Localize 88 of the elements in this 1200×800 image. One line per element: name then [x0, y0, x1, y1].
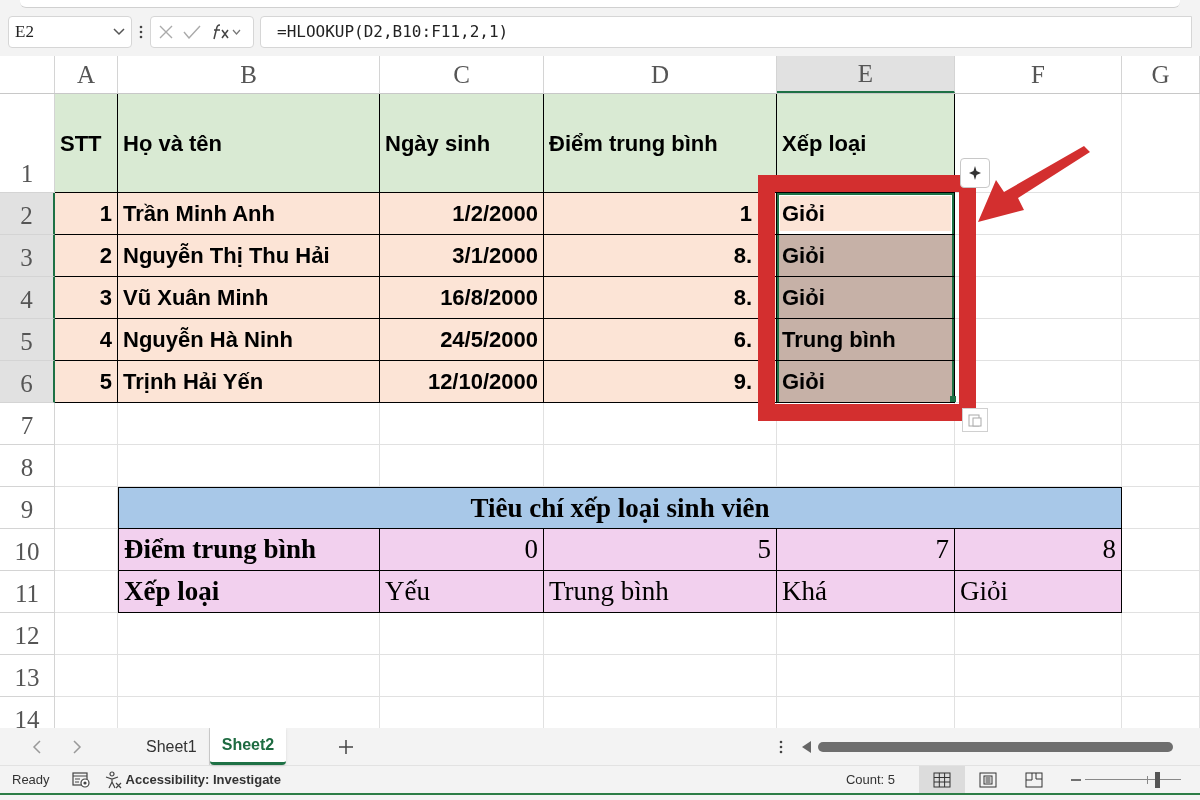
table-cell: 5: [55, 361, 118, 403]
table-cell: 7: [777, 529, 955, 571]
formula-field[interactable]: =HLOOKUP(D2,B10:F11,2,1): [260, 16, 1192, 48]
table-cell: Xếp loại: [118, 571, 380, 613]
row-header[interactable]: 7: [0, 403, 55, 445]
scroll-left-icon[interactable]: [802, 740, 813, 753]
table-cell: 3/1/2000: [380, 235, 544, 277]
more-options-icon[interactable]: [778, 738, 785, 755]
grid-cell: [55, 655, 118, 697]
quick-analysis-button[interactable]: [960, 158, 990, 188]
count-text: Count: 5: [845, 770, 896, 789]
row-header[interactable]: 9: [0, 487, 55, 529]
table-cell: Vũ Xuân Minh: [118, 277, 380, 319]
horizontal-scrollbar[interactable]: [818, 741, 1174, 752]
grid-cell: [55, 613, 118, 655]
row-header[interactable]: 1: [0, 94, 55, 193]
table-cell: 1: [55, 193, 118, 235]
column-heading: Ngày sinh: [380, 94, 544, 193]
more-options-icon[interactable]: [138, 24, 144, 40]
table-cell: 16/8/2000: [380, 277, 544, 319]
row-header[interactable]: 10: [0, 529, 55, 571]
view-button[interactable]: [919, 766, 966, 793]
table-cell: 0: [380, 529, 544, 571]
table-cell: Giỏi: [777, 193, 955, 235]
table-cell: Yếu: [380, 571, 544, 613]
row-header[interactable]: 6: [0, 361, 55, 403]
macro-recording-icon[interactable]: [71, 771, 90, 788]
name-box[interactable]: E2: [8, 16, 132, 48]
column-heading: Điểm trung bình: [544, 94, 777, 193]
table-cell: Giỏi: [777, 361, 955, 403]
slider-thumb[interactable]: [1155, 771, 1161, 788]
table-cell: Giỏi: [777, 235, 955, 277]
table-cell: 4: [55, 319, 118, 361]
column-heading: Họ và tên: [118, 94, 380, 193]
clipboard-icon: [968, 413, 982, 427]
table-cell: 12/10/2000: [380, 361, 544, 403]
accessibility-button[interactable]: Accessibility: Investigate: [103, 769, 281, 790]
accessibility-icon: [103, 770, 122, 789]
sheet-tab[interactable]: Sheet2: [209, 728, 287, 765]
grid-cell: [55, 403, 118, 445]
zoom-out-icon[interactable]: [1071, 777, 1082, 782]
function-icon[interactable]: [211, 24, 241, 40]
row-header[interactable]: 3: [0, 235, 55, 277]
table-cell: 1: [544, 193, 777, 235]
table-cell: 8: [955, 529, 1122, 571]
grid-cell: [55, 445, 118, 487]
table-cell: Giỏi: [777, 277, 955, 319]
chevron-down-icon: [113, 28, 125, 36]
column-header[interactable]: E: [777, 56, 955, 93]
table-cell: 9.: [544, 361, 777, 403]
grid-icon: [933, 771, 952, 788]
row-header[interactable]: 2: [0, 193, 55, 235]
check-icon[interactable]: [183, 25, 201, 39]
table-cell: Trịnh Hải Yến: [118, 361, 380, 403]
table-cell: 2: [55, 235, 118, 277]
page-break-icon: [1025, 771, 1044, 788]
column-heading: STT: [55, 94, 118, 193]
table-cell: Khá: [777, 571, 955, 613]
table-cell: 5: [544, 529, 777, 571]
row-header[interactable]: 12: [0, 613, 55, 655]
table-cell: Giỏi: [955, 571, 1122, 613]
add-sheet-icon[interactable]: [338, 738, 355, 755]
row-header[interactable]: 11: [0, 571, 55, 613]
table-cell: 3: [55, 277, 118, 319]
page-icon: [979, 771, 998, 788]
row-header[interactable]: 13: [0, 655, 55, 697]
status-text: Ready: [12, 770, 50, 789]
previous-sheet-icon[interactable]: [32, 738, 42, 755]
zoom-slider[interactable]: [1085, 771, 1182, 788]
table-cell: Nguyễn Thị Thu Hải: [118, 235, 380, 277]
table-cell: 8.: [544, 277, 777, 319]
row-header[interactable]: 5: [0, 319, 55, 361]
table-cell: Trung bình: [777, 319, 955, 361]
table-cell: 6.: [544, 319, 777, 361]
table-cell: Trần Minh Anh: [118, 193, 380, 235]
table-cell: Điểm trung bình: [118, 529, 380, 571]
table-title: Tiêu chí xếp loại sinh viên: [118, 487, 1122, 529]
table-cell: 8.: [544, 235, 777, 277]
next-sheet-icon[interactable]: [72, 738, 82, 755]
fill-handle[interactable]: [950, 396, 956, 402]
row-header[interactable]: 8: [0, 445, 55, 487]
row-header[interactable]: 4: [0, 277, 55, 319]
cell-reference: E2: [15, 21, 34, 44]
table-cell: Nguyễn Hà Ninh: [118, 319, 380, 361]
table-cell: 24/5/2000: [380, 319, 544, 361]
table-cell: 1/2/2000: [380, 193, 544, 235]
sparkle-icon: [967, 165, 983, 181]
table-cell: Trung bình: [544, 571, 777, 613]
